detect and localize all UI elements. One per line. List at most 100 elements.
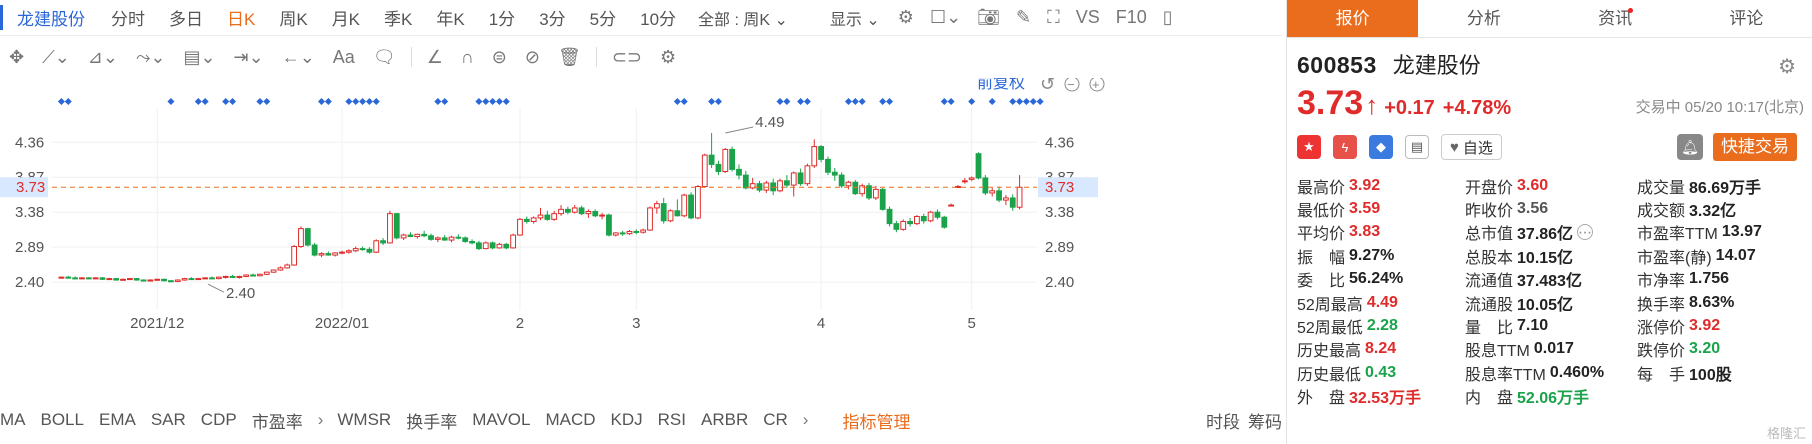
layout-square-icon[interactable]: ☐⌄ [930,7,961,28]
indicator-manager-button[interactable]: 指标管理 [842,408,910,433]
tag-icon[interactable]: ◆ [1369,135,1393,159]
bottom-tab-时段[interactable]: 时段 [1206,408,1240,433]
indicator-MAVOL[interactable]: MAVOL [472,410,530,430]
move-cross-icon[interactable]: ✥ [9,47,24,68]
candle-body [168,280,174,283]
tab-分析[interactable]: 分析 [1418,0,1549,37]
indicator-MACD[interactable]: MACD [545,410,595,430]
wave-tool-icon[interactable]: ⤳⌄ [136,47,165,68]
range-select[interactable]: 全部 : 周K ⌄ [698,6,788,30]
settings-icon[interactable]: ⚙ [898,7,914,28]
candle-body [599,214,605,217]
candle-body [626,230,633,235]
angle-tool-icon[interactable]: ∠ [427,47,443,68]
china-flag-icon[interactable]: ★ [1297,135,1321,159]
text-tool-icon[interactable]: Aa [333,47,355,68]
indicator-WMSR[interactable]: WMSR [337,410,391,430]
indicator-换手率[interactable]: 换手率 [406,408,457,433]
indicator-ARBR[interactable]: ARBR [701,410,748,430]
period-3分[interactable]: 3分 [539,5,565,30]
tab-评论[interactable]: 评论 [1681,0,1812,37]
period-年K[interactable]: 年K [436,5,464,30]
period-季K[interactable]: 季K [384,5,412,30]
stat-label: 市盈率TTM [1637,226,1718,244]
stock-name-tab[interactable]: 龙建股份 [0,5,99,30]
indicator-SAR[interactable]: SAR [151,410,186,430]
channel-tool-icon[interactable]: ⊿⌄ [88,47,118,68]
quick-trade-button[interactable]: 快捷交易 [1713,133,1797,161]
candle-body [236,275,243,278]
period-1分[interactable]: 1分 [489,5,515,30]
line-tool-icon[interactable]: ⟋⌄ [42,47,70,68]
bell-icon[interactable]: 🔔︎ [1677,134,1703,160]
chevron-right-icon[interactable]: › [318,410,324,430]
stat-label: 成交额 [1637,203,1686,221]
indicator-RSI[interactable]: RSI [658,410,686,430]
kline-svg[interactable]: 前复权↺−+4.364.363.873.873.383.382.892.892.… [0,74,1282,398]
stat-item: 振 幅 9.27% [1297,244,1465,267]
chart-settings-icon[interactable]: ⚙ [660,47,676,68]
trash-icon[interactable]: 🗑︎ [558,47,581,68]
candle-body [161,278,167,282]
indicator-CR[interactable]: CR [763,410,788,430]
candle-body [852,181,859,195]
period-多日[interactable]: 多日 [169,5,203,30]
stat-item: 市盈率TTM 13.97 [1637,221,1807,244]
candle-body [647,207,653,231]
event-marker [222,98,230,105]
bottom-tab-筹码[interactable]: 筹码 [1248,408,1282,433]
event-marker [947,98,955,105]
magnet-icon[interactable]: ∩ [461,47,474,68]
comment-tool-icon[interactable]: 🗨︎ [373,47,396,68]
tab-报价[interactable]: 报价 [1287,0,1419,37]
fib-tool-icon[interactable]: ▤⌄ [183,47,215,68]
event-marker [365,98,373,105]
indicator-CDP[interactable]: CDP [201,410,237,430]
tab-资讯[interactable]: 资讯 [1550,0,1681,37]
link-icon[interactable]: ⊂⊃ [612,47,642,68]
period-10分[interactable]: 10分 [640,5,676,30]
more-icon[interactable]: ⋯ [1577,224,1594,241]
add-watchlist-button[interactable]: ♥ 自选 [1441,134,1502,160]
fullscreen-icon[interactable]: ⛶ [1047,7,1060,28]
candle-body [708,154,715,165]
period-分时[interactable]: 分时 [111,5,145,30]
vs-button[interactable]: VS [1076,7,1100,28]
period-周K[interactable]: 周K [279,5,307,30]
stat-label: 平均价 [1297,226,1346,244]
panel-toggle-icon[interactable]: ▯ [1163,7,1173,28]
period-日K[interactable]: 日K [227,5,255,30]
badge-row: ★ ϟ ◆ ▤ ♥ 自选 [1297,134,1502,160]
pen-icon[interactable]: ✎ [1016,7,1031,28]
stat-value: 3.92 [1349,176,1381,194]
period-5分[interactable]: 5分 [590,5,616,30]
flash-icon[interactable]: ϟ [1333,135,1357,159]
hide-icon[interactable]: ⊘ [525,47,540,68]
camera-icon[interactable]: 📷︎ [977,7,1000,28]
indicator-BOLL[interactable]: BOLL [41,410,84,430]
candle-body [872,188,879,199]
kline-chart[interactable]: 前复权↺−+4.364.363.873.873.383.382.892.892.… [0,74,1282,398]
arrow-tool-icon[interactable]: ←⌄ [282,47,315,68]
candle-body [154,278,161,281]
range-tool-icon[interactable]: ⇥⌄ [234,47,264,68]
f10-button[interactable]: F10 [1116,7,1147,28]
candle-body [831,171,838,176]
indicator-市盈率[interactable]: 市盈率 [252,408,303,433]
chevron-right-icon[interactable]: › [803,410,809,430]
event-marker [988,98,996,105]
candle-body [763,182,770,191]
indicator-EMA[interactable]: EMA [99,410,136,430]
event-marker [502,98,510,105]
event-marker [1009,98,1017,105]
candle-body [380,240,386,244]
candle-body [530,217,537,222]
indicator-KDJ[interactable]: KDJ [611,410,643,430]
gear-icon[interactable]: ⚙ [1778,54,1796,79]
indicator-MA[interactable]: MA [0,410,26,430]
period-月K[interactable]: 月K [332,5,360,30]
candle-body [968,177,975,180]
eye-icon[interactable]: ⊜ [492,47,507,68]
document-icon[interactable]: ▤ [1405,135,1429,159]
display-select[interactable]: 显示 ⌄ [830,6,880,30]
